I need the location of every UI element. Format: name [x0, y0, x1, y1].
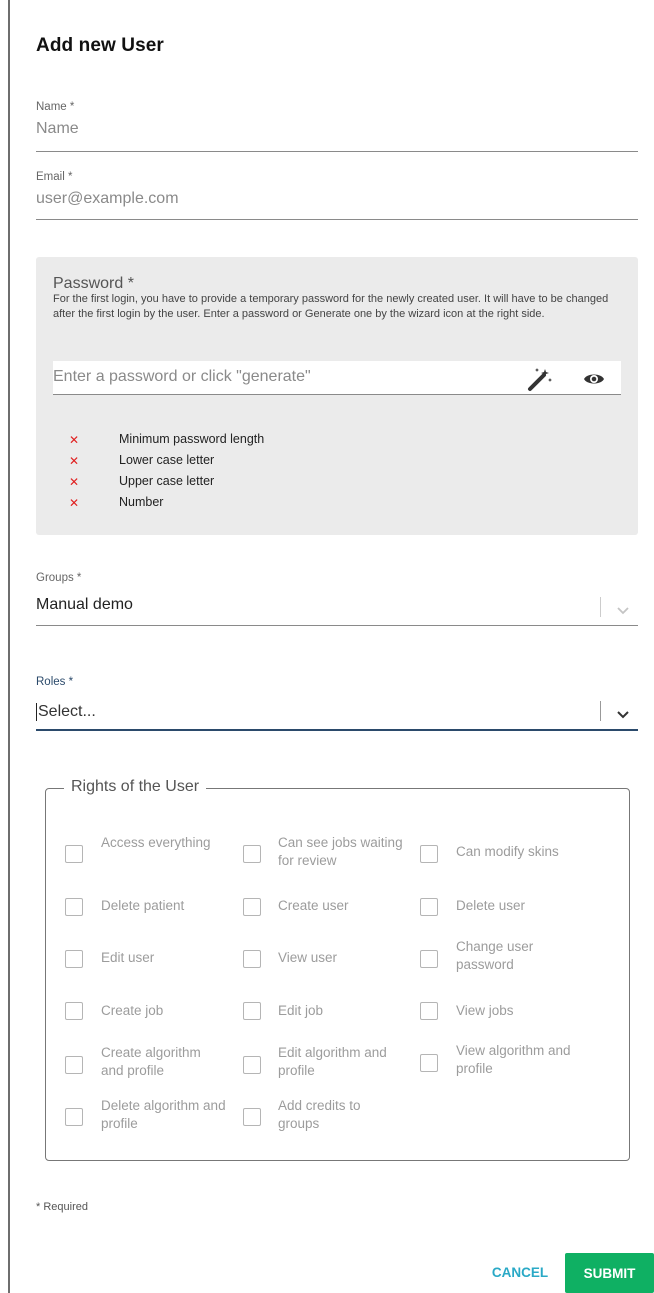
name-label: Name *	[36, 101, 75, 113]
checkbox-edit-user[interactable]	[65, 950, 83, 968]
cancel-button[interactable]: CANCEL	[480, 1254, 560, 1290]
roles-select[interactable]: Roles * Select...	[36, 676, 638, 732]
checkbox-edit-algorithm[interactable]	[243, 1056, 261, 1074]
groups-value: Manual demo	[36, 596, 133, 613]
roles-separator	[600, 701, 601, 721]
checkbox-can-see-jobs-waiting[interactable]	[243, 845, 261, 863]
checkbox-create-job[interactable]	[65, 1002, 83, 1020]
groups-select[interactable]: Groups * Manual demo	[36, 572, 638, 628]
right-label: Edit user	[101, 950, 155, 965]
dialog-title: Add new User	[36, 35, 164, 56]
roles-label: Roles *	[36, 676, 74, 688]
name-underline	[36, 151, 638, 152]
groups-underline	[36, 625, 638, 626]
right-label: Create algorithm and profile	[101, 1045, 201, 1078]
magic-wand-icon[interactable]	[527, 366, 553, 392]
requirement-label: Minimum password length	[119, 432, 265, 446]
requirement-label: Number	[119, 495, 164, 509]
chevron-down-icon[interactable]	[616, 707, 630, 719]
submit-button[interactable]: SUBMIT	[565, 1253, 654, 1293]
x-icon: ✕	[69, 433, 80, 447]
name-input[interactable]: Name	[36, 120, 638, 138]
right-label: Delete patient	[101, 898, 185, 913]
roles-input[interactable]: Select...	[36, 703, 96, 721]
rights-fieldset: Rights of the User Access everything Can…	[45, 778, 630, 1161]
right-label: Can see jobs waiting for review	[278, 835, 403, 868]
password-input[interactable]: Enter a password or click "generate"	[53, 361, 621, 395]
checkbox-delete-user[interactable]	[420, 898, 438, 916]
right-label: Can modify skins	[456, 844, 559, 859]
name-field[interactable]: Name * Name	[36, 101, 638, 153]
email-input[interactable]: user@example.com	[36, 190, 638, 208]
right-label: View user	[278, 950, 338, 965]
chevron-down-icon[interactable]	[616, 603, 630, 615]
right-label: Change user password	[456, 939, 534, 972]
password-section: Password * For the first login, you have…	[36, 257, 638, 535]
requirement-label: Lower case letter	[119, 453, 215, 467]
checkbox-view-jobs[interactable]	[420, 1002, 438, 1020]
rights-legend: Rights of the User	[64, 778, 207, 796]
checkbox-create-algorithm[interactable]	[65, 1056, 83, 1074]
password-title: Password *	[53, 275, 134, 292]
password-placeholder: Enter a password or click "generate"	[53, 368, 311, 385]
checkbox-change-user-password[interactable]	[420, 950, 438, 968]
eye-icon[interactable]	[583, 369, 605, 389]
checkbox-view-algorithm[interactable]	[420, 1054, 438, 1072]
right-label: Edit algorithm and profile	[278, 1045, 387, 1078]
x-icon: ✕	[69, 454, 80, 468]
roles-underline	[36, 729, 638, 731]
checkbox-view-user[interactable]	[243, 950, 261, 968]
x-icon: ✕	[69, 475, 80, 489]
checkbox-access-everything[interactable]	[65, 845, 83, 863]
right-label: Access everything	[101, 835, 211, 850]
groups-label: Groups *	[36, 572, 82, 584]
checkbox-add-credits[interactable]	[243, 1108, 261, 1126]
right-label: Create user	[278, 898, 349, 913]
checkbox-create-user[interactable]	[243, 898, 261, 916]
checkbox-delete-algorithm[interactable]	[65, 1108, 83, 1126]
right-label: Add credits to groups	[278, 1098, 361, 1131]
checkbox-edit-job[interactable]	[243, 1002, 261, 1020]
right-label: Delete user	[456, 898, 526, 913]
checkbox-can-modify-skins[interactable]	[420, 845, 438, 863]
right-label: Create job	[101, 1003, 164, 1018]
required-note: * Required	[36, 1201, 88, 1213]
password-description: For the first login, you have to provide…	[53, 293, 609, 320]
left-border	[8, 0, 10, 1293]
email-label: Email *	[36, 171, 73, 183]
email-field[interactable]: Email * user@example.com	[36, 171, 638, 223]
email-underline	[36, 219, 638, 220]
right-label: View algorithm and profile	[456, 1043, 571, 1076]
x-icon: ✕	[69, 496, 80, 510]
checkbox-delete-patient[interactable]	[65, 898, 83, 916]
right-label: Delete algorithm and profile	[101, 1098, 226, 1131]
right-label: Edit job	[278, 1003, 324, 1018]
right-label: View jobs	[456, 1003, 514, 1018]
requirement-label: Upper case letter	[119, 474, 215, 488]
groups-separator	[600, 597, 601, 617]
